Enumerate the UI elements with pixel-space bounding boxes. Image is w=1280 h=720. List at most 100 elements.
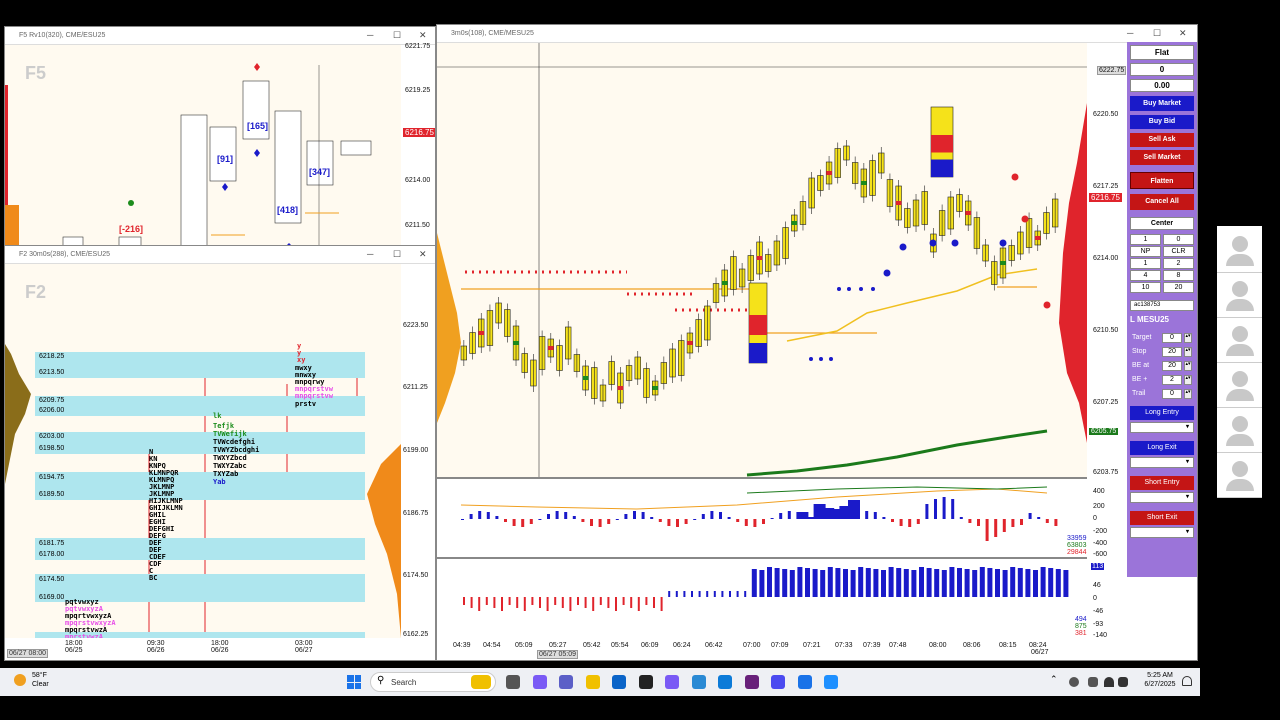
start-icon[interactable] (347, 675, 361, 689)
long-exit-select[interactable]: ▾ (1130, 457, 1194, 468)
f2-chart[interactable]: F2 6218.25 6213.50 6209.75 6206.00 6203.… (5, 264, 401, 641)
tpo-row: TVWcdefghi (213, 438, 256, 446)
chatgpt-icon[interactable] (638, 675, 653, 689)
flatten-button[interactable]: Flatten (1130, 172, 1194, 189)
tray-icon-1[interactable] (1069, 677, 1079, 687)
wifi-icon[interactable] (1104, 677, 1114, 687)
main-price-6: 6207.25 (1093, 399, 1119, 406)
bracket-input[interactable]: 0 (1162, 333, 1182, 343)
candle-large-base (931, 159, 953, 177)
long-entry-select[interactable]: ▾ (1130, 422, 1194, 433)
f5-chart[interactable]: F5 [-216] [91] [165] [418] [347] (5, 45, 401, 245)
teams-icon[interactable] (559, 675, 573, 689)
main-xtick: 08:24 (1029, 642, 1047, 649)
center-button[interactable]: Center (1130, 217, 1194, 230)
spinner-arrows-icon[interactable]: ▴▾ (1184, 333, 1192, 343)
qty-preset-button[interactable]: 0 (1163, 234, 1194, 245)
qty-preset-button[interactable]: CLR (1163, 246, 1194, 257)
osc1-bar (529, 519, 533, 524)
maximize-icon[interactable]: ☐ (393, 249, 401, 260)
long-exit-button[interactable]: Long Exit (1130, 441, 1194, 455)
maximize-icon[interactable]: ☐ (1153, 28, 1161, 39)
candle-signal (826, 171, 832, 175)
sell-ask-button[interactable]: Sell Ask (1130, 133, 1194, 147)
main-price-4: 6214.00 (1093, 255, 1119, 262)
spinner-arrows-icon[interactable]: ▴▾ (1184, 375, 1192, 385)
short-entry-button[interactable]: Short Entry (1130, 476, 1194, 490)
participant-avatar[interactable] (1217, 273, 1262, 318)
bracket-input[interactable]: 20 (1162, 347, 1182, 357)
outlook-icon[interactable] (612, 675, 626, 689)
buy-bid-button[interactable]: Buy Bid (1130, 115, 1194, 129)
short-exit-select[interactable]: ▾ (1130, 527, 1194, 538)
trading-app-icon[interactable] (824, 675, 838, 689)
main-titlebar[interactable]: 3m0s(108), CME/MESU25 ─ ☐ ✕ (437, 25, 1197, 43)
f5-price-2: 6219.25 (405, 87, 431, 94)
f2-titlebar[interactable]: F2 30m0s(288), CME/ESU25 ─ ☐ ✕ (5, 246, 435, 264)
task-view-icon[interactable] (506, 675, 520, 689)
spinner-arrows-icon[interactable]: ▴▾ (1184, 347, 1192, 357)
bracket-input[interactable]: 20 (1162, 361, 1182, 371)
qty-preset-button[interactable]: 20 (1163, 282, 1194, 293)
media-icon[interactable] (797, 675, 812, 689)
short-exit-button[interactable]: Short Exit (1130, 511, 1194, 525)
osc2-bar (485, 597, 488, 605)
participant-avatar[interactable] (1217, 408, 1262, 453)
qty-preset-button[interactable]: 4 (1130, 270, 1161, 281)
edge-icon[interactable] (718, 675, 732, 689)
participant-avatar[interactable] (1217, 363, 1262, 408)
osc1-bar (899, 519, 903, 526)
visual-studio-icon[interactable] (744, 675, 759, 689)
buy-market-button[interactable]: Buy Market (1130, 96, 1194, 111)
minimize-icon[interactable]: ─ (1127, 28, 1133, 38)
notification-bell-icon[interactable] (1182, 676, 1192, 686)
sell-market-button[interactable]: Sell Market (1130, 150, 1194, 165)
osc2-bar (881, 570, 886, 597)
osc1-bar (925, 504, 929, 519)
participant-avatar[interactable] (1217, 453, 1262, 498)
osc2-bar (949, 567, 955, 597)
long-entry-button[interactable]: Long Entry (1130, 406, 1194, 420)
tray-icon-2[interactable] (1088, 677, 1098, 687)
spinner-arrows-icon[interactable]: ▴▾ (1184, 361, 1192, 371)
qty-preset-button[interactable]: 1 (1130, 258, 1161, 269)
participant-avatar[interactable] (1217, 318, 1262, 363)
close-icon[interactable]: ✕ (419, 30, 427, 41)
volume-icon[interactable] (1118, 677, 1128, 687)
f5-titlebar[interactable]: F5 Rv10(320), CME/ESU25 ─ ☐ ✕ (5, 27, 435, 45)
qty-preset-button[interactable]: 10 (1130, 282, 1161, 293)
tray-chevron-icon[interactable]: ⌃ (1050, 674, 1058, 685)
copilot-app-icon[interactable] (665, 675, 679, 689)
clock[interactable]: 5:25 AM 6/27/2025 (1140, 672, 1180, 688)
search-box[interactable]: ⚲ Search (370, 672, 496, 692)
minimize-icon[interactable]: ─ (367, 249, 373, 259)
maximize-icon[interactable]: ☐ (393, 30, 401, 41)
qty-preset-button[interactable]: 8 (1163, 270, 1194, 281)
main-chart-window: 3m0s(108), CME/MESU25 ─ ☐ ✕ 6222.75 6220… (436, 24, 1198, 661)
active-app-icon[interactable] (771, 675, 785, 689)
osc2-bar (1010, 567, 1016, 597)
bracket-input[interactable]: 2 (1162, 375, 1182, 385)
photos-icon[interactable] (691, 675, 706, 689)
close-icon[interactable]: ✕ (419, 249, 427, 260)
main-oscillator-1[interactable] (437, 477, 1087, 557)
copilot-icon[interactable] (532, 675, 547, 689)
file-explorer-icon[interactable] (585, 675, 600, 689)
participant-avatar[interactable] (1217, 228, 1262, 273)
main-price-chart[interactable] (437, 43, 1087, 477)
close-icon[interactable]: ✕ (1179, 28, 1187, 39)
main-oscillator-2[interactable] (437, 557, 1087, 637)
osc1-bar (994, 519, 998, 537)
short-entry-select[interactable]: ▾ (1130, 492, 1194, 503)
osc2-bar (463, 597, 465, 605)
qty-preset-button[interactable]: 2 (1163, 258, 1194, 269)
bracket-input[interactable]: 0 (1162, 389, 1182, 399)
qty-input[interactable]: 1 (1130, 234, 1161, 245)
cancel-all-button[interactable]: Cancel All (1130, 194, 1194, 210)
weather-widget[interactable]: 58°F Clear (14, 672, 74, 692)
minimize-icon[interactable]: ─ (367, 30, 373, 40)
spinner-arrows-icon[interactable]: ▴▾ (1184, 389, 1192, 399)
account-select[interactable]: ac138753 (1130, 300, 1194, 311)
main-left-volume-profile (437, 233, 461, 423)
qty-preset-button[interactable]: NP (1130, 246, 1161, 257)
